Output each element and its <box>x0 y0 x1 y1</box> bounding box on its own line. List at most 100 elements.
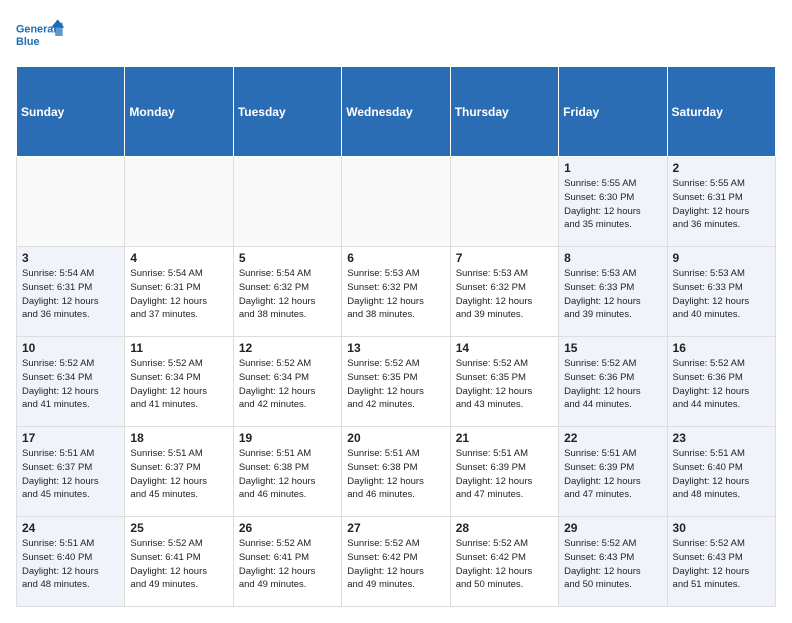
day-info: Sunrise: 5:54 AMSunset: 6:31 PMDaylight:… <box>130 267 227 322</box>
day-number: 24 <box>22 521 119 535</box>
calendar-cell: 4 Sunrise: 5:54 AMSunset: 6:31 PMDaylight… <box>125 247 233 337</box>
day-info: Sunrise: 5:52 AMSunset: 6:34 PMDaylight:… <box>130 357 227 412</box>
day-info: Sunrise: 5:51 AMSunset: 6:37 PMDaylight:… <box>130 447 227 502</box>
day-info: Sunrise: 5:53 AMSunset: 6:32 PMDaylight:… <box>456 267 553 322</box>
day-info: Sunrise: 5:52 AMSunset: 6:36 PMDaylight:… <box>564 357 661 412</box>
day-number: 27 <box>347 521 444 535</box>
day-number: 14 <box>456 341 553 355</box>
week-row-1: 1 Sunrise: 5:55 AMSunset: 6:30 PMDaylight… <box>17 157 776 247</box>
day-info: Sunrise: 5:52 AMSunset: 6:34 PMDaylight:… <box>239 357 336 412</box>
calendar-cell: 21Sunrise: 5:51 AMSunset: 6:39 PMDayligh… <box>450 427 558 517</box>
svg-text:Blue: Blue <box>16 36 39 48</box>
calendar-cell: 16 Sunrise: 5:52 AMSunset: 6:36 PMDayligh… <box>667 337 775 427</box>
day-info: Sunrise: 5:52 AMSunset: 6:42 PMDaylight:… <box>347 537 444 592</box>
day-number: 30 <box>673 521 770 535</box>
day-number: 15 <box>564 341 661 355</box>
calendar-cell: 28 Sunrise: 5:52 AMSunset: 6:42 PMDayligh… <box>450 517 558 607</box>
col-header-thursday: Thursday <box>450 67 558 157</box>
day-number: 4 <box>130 251 227 265</box>
calendar-cell: 29 Sunrise: 5:52 AMSunset: 6:43 PMDayligh… <box>559 517 667 607</box>
col-header-sunday: Sunday <box>17 67 125 157</box>
day-info: Sunrise: 5:52 AMSunset: 6:34 PMDaylight:… <box>22 357 119 412</box>
calendar-cell: 12Sunrise: 5:52 AMSunset: 6:34 PMDayligh… <box>233 337 341 427</box>
calendar-cell: 5 Sunrise: 5:54 AMSunset: 6:32 PMDaylight… <box>233 247 341 337</box>
calendar-cell: 14 Sunrise: 5:52 AMSunset: 6:35 PMDayligh… <box>450 337 558 427</box>
calendar-cell <box>17 157 125 247</box>
day-info: Sunrise: 5:51 AMSunset: 6:37 PMDaylight:… <box>22 447 119 502</box>
day-number: 22 <box>564 431 661 445</box>
calendar-table: SundayMondayTuesdayWednesdayThursdayFrid… <box>16 66 776 607</box>
calendar-cell <box>342 157 450 247</box>
day-number: 7 <box>456 251 553 265</box>
calendar-cell: 19Sunrise: 5:51 AMSunset: 6:38 PMDayligh… <box>233 427 341 517</box>
week-row-5: 24 Sunrise: 5:51 AMSunset: 6:40 PMDayligh… <box>17 517 776 607</box>
day-number: 3 <box>22 251 119 265</box>
day-number: 1 <box>564 161 661 175</box>
calendar-cell: 2 Sunrise: 5:55 AMSunset: 6:31 PMDaylight… <box>667 157 775 247</box>
calendar-cell: 10 Sunrise: 5:52 AMSunset: 6:34 PMDayligh… <box>17 337 125 427</box>
day-info: Sunrise: 5:51 AMSunset: 6:38 PMDaylight:… <box>347 447 444 502</box>
day-number: 20 <box>347 431 444 445</box>
week-row-2: 3 Sunrise: 5:54 AMSunset: 6:31 PMDaylight… <box>17 247 776 337</box>
day-info: Sunrise: 5:51 AMSunset: 6:39 PMDaylight:… <box>564 447 661 502</box>
day-number: 28 <box>456 521 553 535</box>
day-info: Sunrise: 5:52 AMSunset: 6:43 PMDaylight:… <box>564 537 661 592</box>
calendar-cell: 22 Sunrise: 5:51 AMSunset: 6:39 PMDayligh… <box>559 427 667 517</box>
calendar-cell: 9 Sunrise: 5:53 AMSunset: 6:33 PMDaylight… <box>667 247 775 337</box>
day-info: Sunrise: 5:55 AMSunset: 6:30 PMDaylight:… <box>564 177 661 232</box>
col-header-tuesday: Tuesday <box>233 67 341 157</box>
col-header-monday: Monday <box>125 67 233 157</box>
day-info: Sunrise: 5:55 AMSunset: 6:31 PMDaylight:… <box>673 177 770 232</box>
logo-svg: General Blue <box>16 16 66 56</box>
day-info: Sunrise: 5:51 AMSunset: 6:40 PMDaylight:… <box>22 537 119 592</box>
day-info: Sunrise: 5:53 AMSunset: 6:32 PMDaylight:… <box>347 267 444 322</box>
day-number: 16 <box>673 341 770 355</box>
calendar-cell: 13Sunrise: 5:52 AMSunset: 6:35 PMDayligh… <box>342 337 450 427</box>
calendar-cell <box>125 157 233 247</box>
header-row: SundayMondayTuesdayWednesdayThursdayFrid… <box>17 67 776 157</box>
calendar-cell: 7 Sunrise: 5:53 AMSunset: 6:32 PMDaylight… <box>450 247 558 337</box>
day-info: Sunrise: 5:51 AMSunset: 6:38 PMDaylight:… <box>239 447 336 502</box>
day-number: 10 <box>22 341 119 355</box>
day-info: Sunrise: 5:52 AMSunset: 6:43 PMDaylight:… <box>673 537 770 592</box>
calendar-cell: 6Sunrise: 5:53 AMSunset: 6:32 PMDaylight… <box>342 247 450 337</box>
week-row-3: 10 Sunrise: 5:52 AMSunset: 6:34 PMDayligh… <box>17 337 776 427</box>
day-info: Sunrise: 5:52 AMSunset: 6:41 PMDaylight:… <box>130 537 227 592</box>
page-header: General Blue <box>16 16 776 56</box>
day-number: 9 <box>673 251 770 265</box>
calendar-cell <box>233 157 341 247</box>
day-number: 11 <box>130 341 227 355</box>
day-number: 29 <box>564 521 661 535</box>
day-info: Sunrise: 5:52 AMSunset: 6:35 PMDaylight:… <box>347 357 444 412</box>
day-number: 2 <box>673 161 770 175</box>
calendar-cell <box>450 157 558 247</box>
day-info: Sunrise: 5:52 AMSunset: 6:35 PMDaylight:… <box>456 357 553 412</box>
calendar-cell: 26 Sunrise: 5:52 AMSunset: 6:41 PMDayligh… <box>233 517 341 607</box>
calendar-cell: 15 Sunrise: 5:52 AMSunset: 6:36 PMDayligh… <box>559 337 667 427</box>
day-number: 18 <box>130 431 227 445</box>
day-number: 21 <box>456 431 553 445</box>
col-header-friday: Friday <box>559 67 667 157</box>
day-number: 23 <box>673 431 770 445</box>
day-number: 5 <box>239 251 336 265</box>
calendar-cell: 1 Sunrise: 5:55 AMSunset: 6:30 PMDaylight… <box>559 157 667 247</box>
day-info: Sunrise: 5:52 AMSunset: 6:42 PMDaylight:… <box>456 537 553 592</box>
calendar-cell: 25Sunrise: 5:52 AMSunset: 6:41 PMDayligh… <box>125 517 233 607</box>
day-number: 8 <box>564 251 661 265</box>
logo: General Blue <box>16 16 66 56</box>
calendar-cell: 8 Sunrise: 5:53 AMSunset: 6:33 PMDaylight… <box>559 247 667 337</box>
svg-text:General: General <box>16 24 56 36</box>
day-info: Sunrise: 5:52 AMSunset: 6:36 PMDaylight:… <box>673 357 770 412</box>
week-row-4: 17 Sunrise: 5:51 AMSunset: 6:37 PMDayligh… <box>17 427 776 517</box>
day-number: 26 <box>239 521 336 535</box>
day-info: Sunrise: 5:51 AMSunset: 6:40 PMDaylight:… <box>673 447 770 502</box>
day-info: Sunrise: 5:54 AMSunset: 6:32 PMDaylight:… <box>239 267 336 322</box>
calendar-cell: 11 Sunrise: 5:52 AMSunset: 6:34 PMDayligh… <box>125 337 233 427</box>
calendar-cell: 20 Sunrise: 5:51 AMSunset: 6:38 PMDayligh… <box>342 427 450 517</box>
day-number: 17 <box>22 431 119 445</box>
day-info: Sunrise: 5:52 AMSunset: 6:41 PMDaylight:… <box>239 537 336 592</box>
day-info: Sunrise: 5:53 AMSunset: 6:33 PMDaylight:… <box>564 267 661 322</box>
col-header-wednesday: Wednesday <box>342 67 450 157</box>
calendar-cell: 24 Sunrise: 5:51 AMSunset: 6:40 PMDayligh… <box>17 517 125 607</box>
day-info: Sunrise: 5:53 AMSunset: 6:33 PMDaylight:… <box>673 267 770 322</box>
